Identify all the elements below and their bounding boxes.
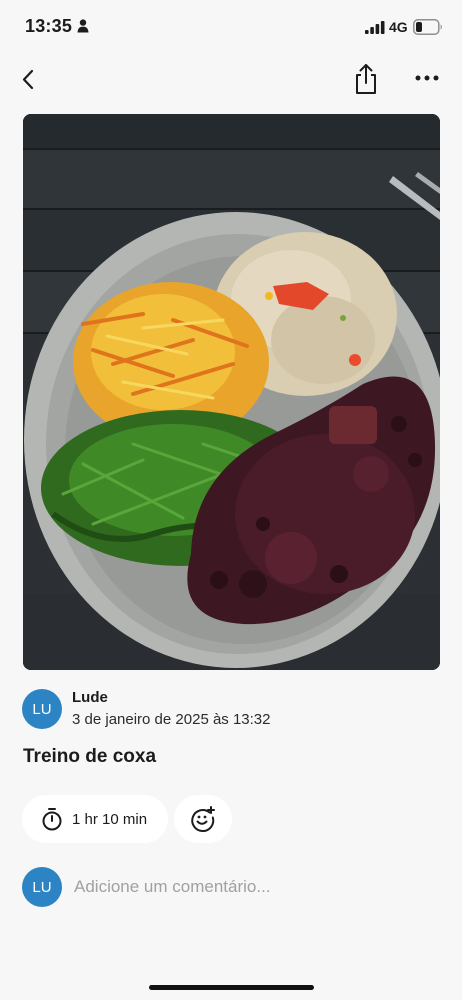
comment-avatar-initials: LU <box>32 878 52 896</box>
duration-chip: 1 hr 10 min <box>22 795 168 843</box>
battery-icon <box>413 19 442 35</box>
more-options-button[interactable] <box>410 64 444 92</box>
home-indicator[interactable] <box>149 985 314 990</box>
status-time: 13:35 <box>25 16 73 36</box>
add-reaction-icon <box>191 806 215 832</box>
chevron-left-icon <box>22 69 34 90</box>
person-icon <box>77 19 89 33</box>
share-icon <box>356 64 376 94</box>
duration-label: 1 hr 10 min <box>72 810 148 828</box>
stopwatch-icon <box>42 808 62 831</box>
status-bar: 13:35 4G <box>0 0 462 54</box>
post-date: 3 de janeiro de 2025 às 13:32 <box>72 711 271 728</box>
add-reaction-button[interactable] <box>174 795 232 843</box>
network-label: 4G <box>389 19 408 35</box>
comment-input[interactable] <box>66 868 436 906</box>
comment-avatar: LU <box>22 867 62 907</box>
back-button[interactable] <box>14 62 44 94</box>
meal-photo[interactable] <box>23 114 440 670</box>
author-avatar[interactable]: LU <box>22 689 62 729</box>
share-button[interactable] <box>350 60 382 96</box>
post-title: Treino de coxa <box>23 746 157 767</box>
navigation-bar <box>0 56 462 100</box>
signal-bars-icon <box>365 21 385 34</box>
more-horizontal-icon <box>415 75 439 81</box>
author-initials: LU <box>32 700 52 718</box>
author-name[interactable]: Lude <box>72 689 108 706</box>
